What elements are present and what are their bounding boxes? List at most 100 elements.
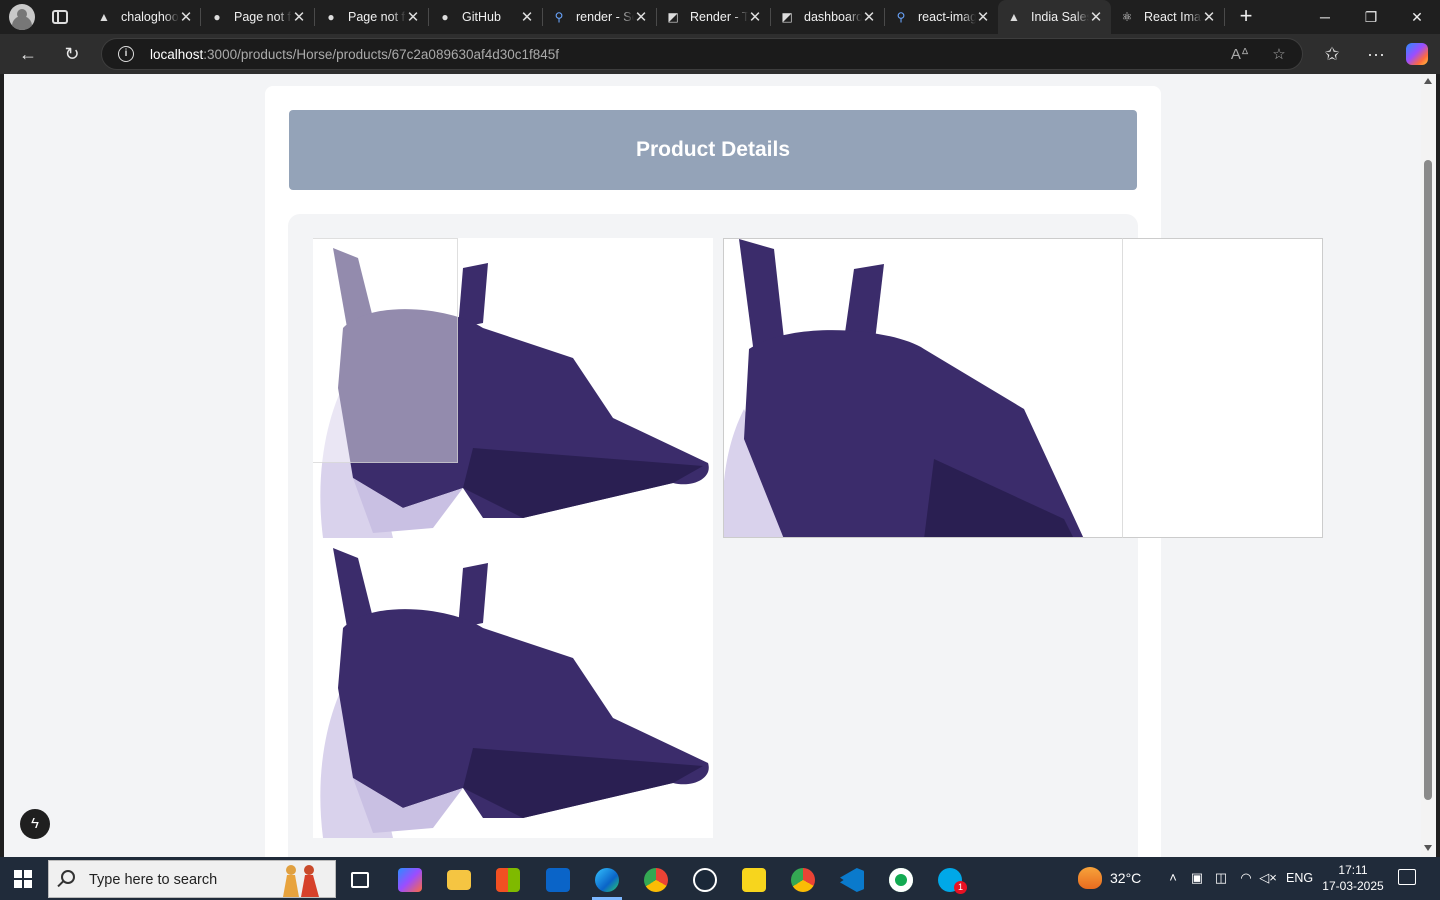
meet-now-icon[interactable]: ▣: [1188, 869, 1206, 887]
tab-render-search[interactable]: ⚲ render - Search ✕: [543, 0, 656, 34]
github-icon: ●: [327, 10, 335, 24]
scrollbar-thumb[interactable]: [1424, 160, 1432, 800]
tab-page-not-found-1[interactable]: ● Page not found ✕: [201, 0, 314, 34]
restore-icon[interactable]: ❐: [1348, 0, 1394, 34]
react-icon: ⚛: [1121, 10, 1133, 24]
profile-avatar-icon[interactable]: [9, 4, 35, 30]
camera-icon[interactable]: ◫: [1212, 869, 1230, 887]
system-clock[interactable]: 17:11 17-03-2025: [1320, 862, 1386, 894]
steam-icon[interactable]: [682, 860, 728, 900]
minimize-icon[interactable]: ─: [1302, 0, 1348, 34]
close-icon[interactable]: ✕: [748, 8, 762, 26]
windows-taskbar: Type here to search 1 32°C ˄ ▣ ◫ ◠ ◁× EN…: [0, 857, 1440, 900]
tab-github[interactable]: ● GitHub ✕: [429, 0, 542, 34]
browser-toolbar: ← ↻ i localhost:3000/products/Horse/prod…: [0, 34, 1440, 74]
search-icon: ⚲: [554, 10, 564, 24]
close-icon[interactable]: ✕: [634, 8, 648, 26]
zoomed-product-image: [723, 238, 1123, 538]
search-placeholder: Type here to search: [89, 872, 218, 888]
wifi-icon[interactable]: ◠: [1237, 869, 1255, 887]
close-icon[interactable]: ✕: [179, 8, 193, 26]
browser-tab-strip: ▲ chaloghoomne ✕ ● Page not found ✕ ● Pa…: [0, 0, 1440, 34]
read-aloud-icon[interactable]: Aᐞ: [1229, 44, 1251, 66]
tab-title: react-image: [918, 10, 976, 24]
skype-icon[interactable]: 1: [927, 860, 973, 900]
tab-title: GitHub: [462, 10, 501, 24]
new-tab-button[interactable]: +: [1234, 4, 1258, 30]
lightning-bolt-icon[interactable]: ϟ: [20, 809, 50, 839]
clock-time: 17:11: [1338, 863, 1368, 877]
weather-sun-icon: [1078, 867, 1102, 889]
url-path: :3000/products/Horse/products/67c2a08963…: [203, 47, 560, 62]
chevron-up-icon[interactable]: ˄: [1164, 869, 1182, 887]
vercel-triangle-icon: ▲: [1008, 10, 1020, 24]
tab-react-image-search[interactable]: ⚲ react-image ✕: [885, 0, 998, 34]
task-view-icon[interactable]: [337, 860, 383, 900]
close-icon[interactable]: ✕: [1202, 8, 1216, 26]
site-info-icon[interactable]: i: [118, 46, 134, 62]
edge-icon[interactable]: [584, 860, 630, 900]
file-explorer-icon[interactable]: [436, 860, 482, 900]
copilot-icon[interactable]: [387, 860, 433, 900]
product-image-secondary[interactable]: [313, 538, 713, 838]
tab-title: dashboard: [804, 10, 862, 24]
tab-chaloghoomne[interactable]: ▲ chaloghoomne ✕: [88, 0, 201, 34]
github-icon: ●: [213, 10, 221, 24]
horse-mask-zoom-illustration: [724, 239, 1084, 537]
back-arrow-icon[interactable]: ←: [14, 40, 42, 68]
windows-start-icon[interactable]: [14, 870, 32, 888]
tab-render[interactable]: ◩ Render - The ✕: [657, 0, 770, 34]
weather-widget[interactable]: 32°C: [1078, 867, 1141, 889]
tab-actions-icon[interactable]: [50, 8, 70, 26]
sticky-notes-icon[interactable]: [731, 860, 777, 900]
tab-react-image[interactable]: ⚛ React Image ✕: [1111, 0, 1224, 34]
favorite-star-icon[interactable]: ☆: [1268, 44, 1290, 66]
tab-title: chaloghoomne: [121, 10, 179, 24]
tab-india-sales[interactable]: ▲ India Sales ✕: [998, 0, 1111, 34]
mongodb-compass-icon[interactable]: [878, 860, 924, 900]
close-icon[interactable]: ✕: [976, 8, 990, 26]
chrome-icon[interactable]: [633, 860, 679, 900]
copilot-icon[interactable]: [1406, 43, 1428, 65]
favorites-icon[interactable]: ✩: [1318, 40, 1346, 68]
tab-title: render - Search: [576, 10, 634, 24]
github-icon: ●: [441, 10, 449, 24]
vercel-triangle-icon: ▲: [98, 10, 110, 24]
close-icon[interactable]: ✕: [862, 8, 876, 26]
microsoft-store-icon[interactable]: [485, 860, 531, 900]
refresh-icon[interactable]: ↻: [58, 40, 86, 68]
tab-title: Render - The: [690, 10, 748, 24]
taskbar-search-box[interactable]: Type here to search: [48, 860, 336, 898]
tab-title: React Image: [1144, 10, 1202, 24]
close-icon[interactable]: ✕: [1089, 8, 1103, 26]
address-bar[interactable]: i localhost:3000/products/Horse/products…: [101, 38, 1303, 70]
chrome-profile-icon[interactable]: [780, 860, 826, 900]
notification-badge: 1: [954, 881, 967, 894]
close-icon[interactable]: ✕: [406, 8, 420, 26]
page-scrollbar[interactable]: [1421, 74, 1436, 857]
input-language[interactable]: ENG: [1286, 871, 1313, 885]
url-text[interactable]: localhost:3000/products/Horse/products/6…: [150, 47, 559, 62]
tab-dashboard[interactable]: ◩ dashboard ✕: [771, 0, 884, 34]
scroll-up-icon[interactable]: [1424, 78, 1432, 84]
product-details-header: Product Details: [289, 110, 1137, 190]
render-icon: ◩: [781, 10, 793, 24]
close-icon[interactable]: ✕: [292, 8, 306, 26]
zoom-lens[interactable]: [313, 238, 458, 463]
horse-mask-illustration: [320, 548, 709, 838]
close-window-icon[interactable]: ✕: [1394, 0, 1440, 34]
tab-title: India Sales: [1031, 10, 1089, 24]
scroll-down-icon[interactable]: [1424, 845, 1432, 851]
outlook-icon[interactable]: [535, 860, 581, 900]
vscode-icon[interactable]: [829, 860, 875, 900]
more-menu-icon[interactable]: ···: [1362, 40, 1390, 68]
product-image-main[interactable]: [313, 238, 713, 538]
notification-center-icon[interactable]: [1398, 869, 1416, 885]
search-icon: ⚲: [896, 10, 906, 24]
festive-figures-icon: [283, 865, 319, 897]
tab-page-not-found-2[interactable]: ● Page not found ✕: [315, 0, 428, 34]
tab-divider: [1224, 8, 1225, 26]
close-icon[interactable]: ✕: [520, 8, 534, 26]
speaker-muted-icon[interactable]: ◁×: [1259, 869, 1277, 887]
page-title: Product Details: [635, 138, 791, 161]
